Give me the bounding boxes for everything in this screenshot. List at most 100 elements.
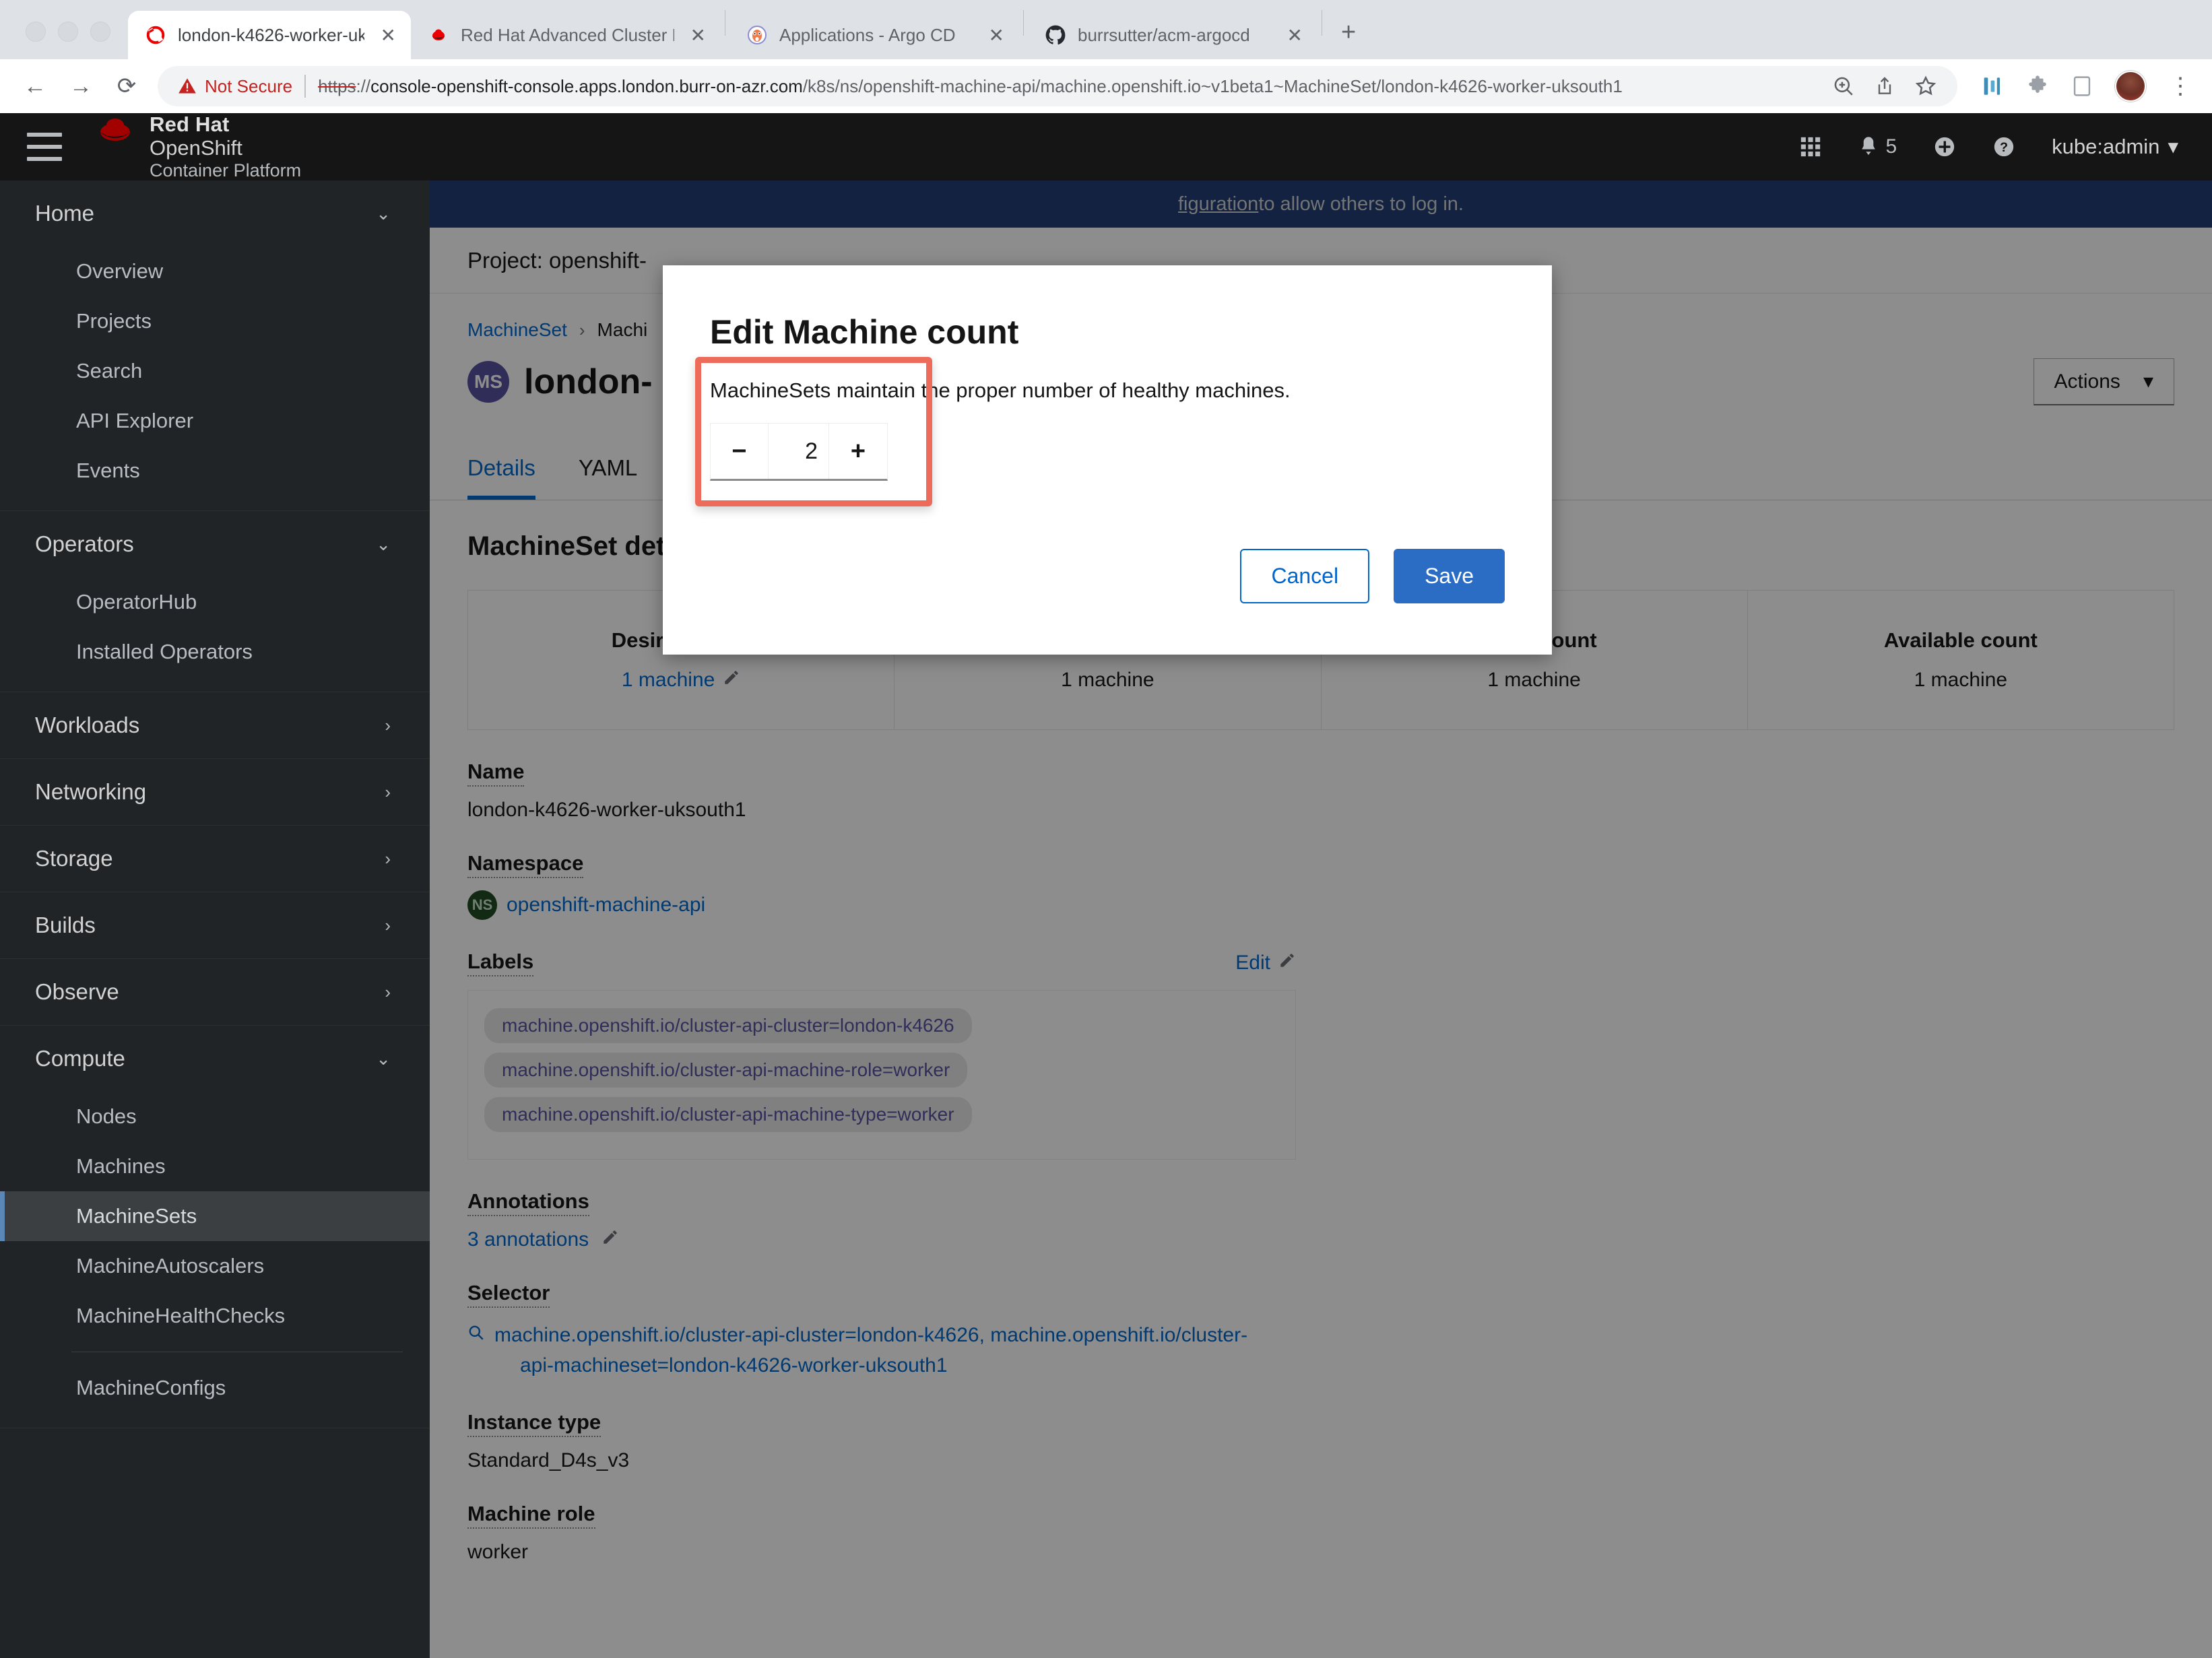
nav-section-observe: Observe › bbox=[0, 959, 430, 1026]
cancel-button[interactable]: Cancel bbox=[1240, 549, 1369, 603]
openshift-console: Red Hat OpenShift Container Platform 5 ? bbox=[0, 113, 2212, 1658]
reload-icon[interactable]: ⟳ bbox=[112, 73, 141, 100]
sidebar-item-machineautoscalers[interactable]: MachineAutoscalers bbox=[0, 1241, 430, 1291]
browser-tab-label: Applications - Argo CD bbox=[779, 25, 973, 46]
sidebar-item-machinesets[interactable]: MachineSets bbox=[0, 1191, 430, 1241]
sidebar-item-overview[interactable]: Overview bbox=[0, 246, 430, 296]
decrement-button[interactable]: − bbox=[711, 424, 769, 479]
browser-tab-3[interactable]: Applications - Argo CD ✕ bbox=[729, 11, 1019, 59]
browser-tab-label: burrsutter/acm-argocd bbox=[1078, 25, 1271, 46]
window-close-button[interactable] bbox=[26, 22, 46, 42]
sidebar-item-api-explorer[interactable]: API Explorer bbox=[0, 396, 430, 446]
new-tab-button[interactable]: + bbox=[1326, 18, 1371, 59]
redhat-hat-icon bbox=[94, 116, 136, 149]
avatar[interactable] bbox=[2115, 71, 2146, 102]
svg-text:?: ? bbox=[2000, 140, 2008, 155]
chevron-down-icon: ▾ bbox=[2168, 135, 2178, 159]
nav-group-compute[interactable]: Compute ⌄ bbox=[0, 1026, 430, 1092]
save-button[interactable]: Save bbox=[1394, 549, 1505, 603]
url-path: /k8s/ns/openshift-machine-api/machine.op… bbox=[803, 76, 1623, 96]
share-icon[interactable] bbox=[1874, 75, 1895, 97]
nav-group-label: Observe bbox=[35, 979, 119, 1005]
nav-subitems: OperatorHubInstalled Operators bbox=[0, 577, 430, 692]
nav-group-label: Builds bbox=[35, 913, 96, 938]
close-icon[interactable]: ✕ bbox=[377, 24, 396, 46]
back-icon[interactable]: ← bbox=[20, 73, 50, 100]
sidebar-item-machines[interactable]: Machines bbox=[0, 1141, 430, 1191]
nav-group-operators[interactable]: Operators⌄ bbox=[0, 511, 430, 577]
window-maximize-button[interactable] bbox=[90, 22, 110, 42]
openshift-logo[interactable]: Red Hat OpenShift Container Platform bbox=[94, 113, 301, 180]
url-scheme: https bbox=[318, 76, 356, 96]
extensions-puzzle-icon[interactable] bbox=[2026, 75, 2049, 98]
machine-count-input[interactable] bbox=[769, 424, 829, 479]
browser-tab-2[interactable]: Red Hat Advanced Cluster Man ✕ bbox=[411, 11, 721, 59]
nav-group-storage[interactable]: Storage › bbox=[0, 826, 430, 892]
application-launcher-icon[interactable] bbox=[1799, 135, 1822, 158]
nav-group-networking[interactable]: Networking› bbox=[0, 759, 430, 825]
chevron-right-icon: › bbox=[385, 849, 391, 869]
redhat-icon bbox=[428, 25, 449, 45]
browser-tab-label: london-k4626-worker-uksouth bbox=[178, 25, 364, 46]
brand-line-1: Red Hat bbox=[150, 113, 301, 137]
close-icon[interactable]: ✕ bbox=[985, 24, 1004, 46]
browser-window: london-k4626-worker-uksouth ✕ Red Hat Ad… bbox=[0, 0, 2212, 1658]
user-menu[interactable]: kube:admin ▾ bbox=[2052, 135, 2178, 159]
nav-group-builds[interactable]: Builds› bbox=[0, 892, 430, 958]
sidebar-item-machinehealthchecks[interactable]: MachineHealthChecks bbox=[0, 1291, 430, 1341]
address-bar[interactable]: Not Secure https://console-openshift-con… bbox=[158, 66, 1957, 106]
address-divider bbox=[304, 75, 306, 98]
sidebar-item-machineconfigs[interactable]: MachineConfigs bbox=[0, 1363, 430, 1413]
close-icon[interactable]: ✕ bbox=[1283, 24, 1303, 46]
window-controls[interactable] bbox=[12, 22, 128, 59]
browser-menu-icon[interactable]: ⋮ bbox=[2169, 81, 2192, 92]
primary-navigation[interactable]: Home⌄OverviewProjectsSearchAPI ExplorerE… bbox=[0, 180, 430, 1658]
url-text: https://console-openshift-console.apps.l… bbox=[318, 76, 1820, 97]
sidebar-item-search[interactable]: Search bbox=[0, 346, 430, 396]
nav-group-label: Storage bbox=[35, 846, 113, 871]
not-secure-warning[interactable]: Not Secure bbox=[178, 76, 292, 97]
sidebar-item-events[interactable]: Events bbox=[0, 446, 430, 496]
warning-triangle-icon bbox=[178, 77, 197, 96]
sidebar-item-installed-operators[interactable]: Installed Operators bbox=[0, 627, 430, 677]
openshift-icon bbox=[145, 25, 166, 45]
url-host: console-openshift-console.apps.london.bu… bbox=[370, 76, 803, 96]
window-minimize-button[interactable] bbox=[58, 22, 78, 42]
devtools-icon[interactable] bbox=[1980, 75, 2003, 98]
bookmark-star-icon[interactable] bbox=[1914, 75, 1937, 98]
nav-group-label: Home bbox=[35, 201, 94, 226]
zoom-icon[interactable] bbox=[1832, 75, 1855, 98]
chevron-down-icon: ⌄ bbox=[376, 1049, 391, 1069]
tab-separator bbox=[1023, 10, 1024, 36]
nav-subitems: NodesMachinesMachineSetsMachineAutoscale… bbox=[0, 1092, 430, 1428]
sidebar-item-nodes[interactable]: Nodes bbox=[0, 1092, 430, 1141]
browser-tab-label: Red Hat Advanced Cluster Man bbox=[461, 25, 674, 46]
brand-line-2: OpenShift bbox=[150, 137, 301, 160]
nav-toggle-icon[interactable] bbox=[27, 133, 62, 161]
chevron-right-icon: › bbox=[385, 982, 391, 1003]
nav-group-home[interactable]: Home⌄ bbox=[0, 180, 430, 246]
nav-group-observe[interactable]: Observe › bbox=[0, 959, 430, 1025]
sidebar-item-operatorhub[interactable]: OperatorHub bbox=[0, 577, 430, 627]
argocd-icon bbox=[747, 25, 767, 45]
close-icon[interactable]: ✕ bbox=[686, 24, 706, 46]
nav-section-networking: Networking› bbox=[0, 759, 430, 826]
forward-icon[interactable]: → bbox=[66, 73, 96, 100]
not-secure-label: Not Secure bbox=[205, 76, 292, 97]
sidepanel-icon[interactable] bbox=[2072, 75, 2092, 98]
nav-section-home: Home⌄OverviewProjectsSearchAPI ExplorerE… bbox=[0, 180, 430, 511]
notifications-bell[interactable]: 5 bbox=[1858, 135, 1897, 158]
browser-tab-1[interactable]: london-k4626-worker-uksouth ✕ bbox=[128, 11, 411, 59]
help-question-icon[interactable]: ? bbox=[1992, 135, 2015, 158]
nav-group-label: Operators bbox=[35, 531, 134, 557]
machine-count-stepper[interactable]: − + bbox=[710, 423, 888, 481]
chevron-right-icon: › bbox=[385, 715, 391, 736]
increment-button[interactable]: + bbox=[829, 424, 887, 479]
nav-group-workloads[interactable]: Workloads› bbox=[0, 692, 430, 758]
nav-section-operators: Operators⌄OperatorHubInstalled Operators bbox=[0, 511, 430, 692]
add-plus-icon[interactable] bbox=[1933, 135, 1956, 158]
nav-group-label: Compute bbox=[35, 1046, 125, 1071]
brand-text: Red Hat OpenShift Container Platform bbox=[150, 113, 301, 180]
browser-tab-4[interactable]: burrsutter/acm-argocd ✕ bbox=[1028, 11, 1318, 59]
sidebar-item-projects[interactable]: Projects bbox=[0, 296, 430, 346]
